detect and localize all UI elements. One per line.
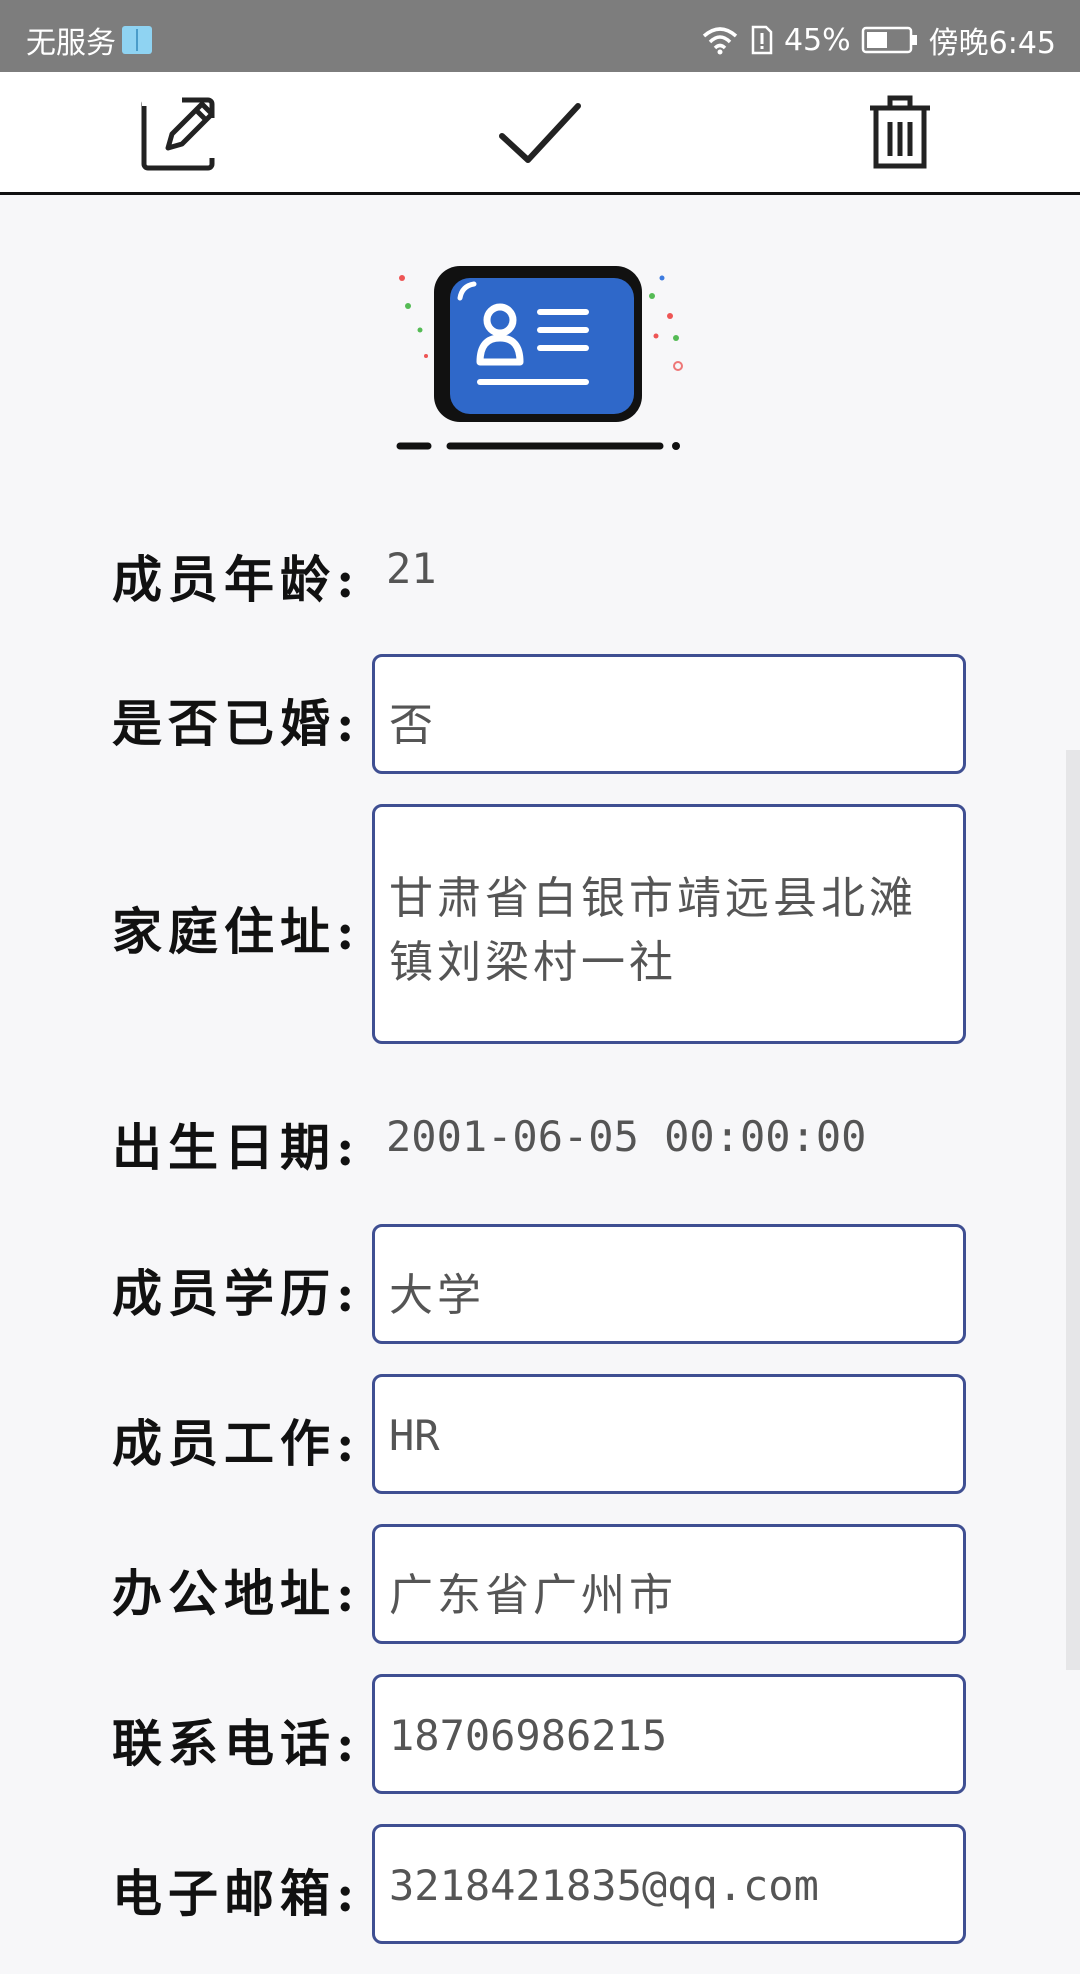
email-label: 电子邮箱: [112, 1864, 361, 1923]
married-row: 是否已婚: 否 [0, 654, 1080, 774]
wifi-icon [700, 24, 740, 56]
battery-icon [861, 25, 919, 55]
edit-icon [141, 94, 218, 171]
education-label: 成员学历: [112, 1264, 361, 1323]
office-row: 办公地址: 广东省广州市 [0, 1524, 1080, 1644]
check-icon [499, 103, 581, 163]
education-field[interactable]: 大学 [372, 1224, 966, 1344]
married-field[interactable]: 否 [372, 654, 966, 774]
id-card-icon [396, 266, 683, 450]
confirm-button[interactable] [498, 90, 582, 174]
address-field[interactable]: 甘肃省白银市靖远县北滩镇刘梁村一社 [372, 804, 966, 1044]
office-value: 广东省广州市 [389, 1570, 677, 1621]
address-row: 家庭住址: 甘肃省白银市靖远县北滩镇刘梁村一社 [0, 804, 1080, 1044]
carrier-text: 无服务 [26, 26, 116, 61]
age-value: 21 [386, 544, 437, 593]
phone-value: 18706986215 [389, 1711, 668, 1760]
phone-label: 联系电话: [112, 1714, 361, 1773]
phone-row: 联系电话: 18706986215 [0, 1674, 1080, 1794]
toolbar [0, 72, 1080, 195]
book-icon [122, 26, 152, 54]
age-label: 成员年龄: [112, 550, 361, 609]
address-value: 甘肃省白银市靖远县北滩镇刘梁村一社 [389, 873, 917, 988]
job-row: 成员工作: HR [0, 1374, 1080, 1494]
job-value: HR [389, 1411, 440, 1460]
sim-alert-icon [750, 24, 774, 56]
status-right: 45% 傍晚6:45 [700, 18, 1056, 62]
email-value: 3218421835@qq.com [389, 1861, 819, 1910]
married-label: 是否已婚: [112, 694, 361, 753]
status-left: 无服务 [26, 18, 152, 62]
trash-icon [870, 95, 930, 169]
status-bar: 无服务 45% 傍晚6:45 [0, 0, 1080, 72]
birth-value: 2001-06-05 00:00:00 [386, 1112, 867, 1161]
education-value: 大学 [389, 1270, 485, 1321]
address-label: 家庭住址: [112, 902, 361, 961]
delete-button[interactable] [858, 90, 942, 174]
education-row: 成员学历: 大学 [0, 1224, 1080, 1344]
age-row: 成员年龄: 21 [0, 530, 1080, 610]
email-field[interactable]: 3218421835@qq.com [372, 1824, 966, 1944]
clock-text: 傍晚6:45 [928, 26, 1056, 61]
birth-label: 出生日期: [112, 1118, 361, 1177]
job-field[interactable]: HR [372, 1374, 966, 1494]
office-field[interactable]: 广东省广州市 [372, 1524, 966, 1644]
id-card-illustration [390, 258, 690, 458]
edit-button[interactable] [138, 90, 222, 174]
job-label: 成员工作: [112, 1414, 361, 1473]
married-value: 否 [389, 700, 437, 751]
battery-percent: 45% [783, 22, 851, 58]
phone-field[interactable]: 18706986215 [372, 1674, 966, 1794]
birth-row: 出生日期: 2001-06-05 00:00:00 [0, 1098, 1080, 1178]
office-label: 办公地址: [112, 1564, 361, 1623]
email-row: 电子邮箱: 3218421835@qq.com [0, 1824, 1080, 1944]
